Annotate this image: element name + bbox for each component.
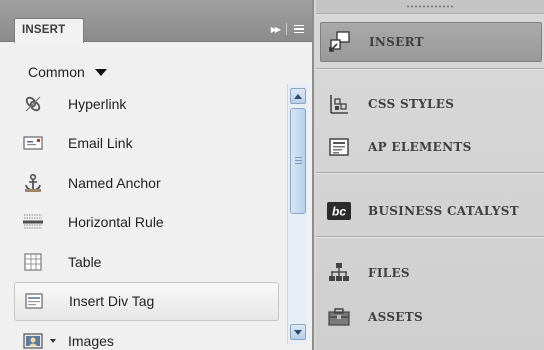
- dock-item-label: ASSETS: [368, 310, 423, 324]
- insert-item-label: Hyperlink: [68, 95, 127, 112]
- insert-item-label: Horizontal Rule: [68, 214, 164, 231]
- dock-item-label: INSERT: [369, 35, 424, 49]
- insert-item-table[interactable]: Table: [0, 242, 284, 282]
- horizontal-rule-icon: [22, 212, 44, 232]
- scroll-thumb[interactable]: [290, 108, 306, 214]
- insert-item-label: Insert Div Tag: [69, 293, 155, 310]
- hyperlink-icon: [22, 94, 44, 114]
- table-icon: [22, 252, 44, 272]
- dock-item-css-styles[interactable]: CSS STYLES: [316, 84, 544, 124]
- collapsed-panel-dock: INSERT CSS STYLES AP ELEMENTS bc BUSINES…: [316, 0, 544, 350]
- insert-item-images[interactable]: Images: [0, 321, 284, 350]
- business-catalyst-icon: bc: [326, 199, 352, 223]
- css-styles-icon: [326, 92, 352, 116]
- insert-panel: INSERT ▶▶ Common Hyperlink Email Link Na…: [0, 0, 314, 350]
- insert-item-div-tag[interactable]: Insert Div Tag: [14, 281, 279, 321]
- category-label: Common: [28, 64, 85, 80]
- insert-item-horizontal-rule[interactable]: Horizontal Rule: [0, 203, 284, 243]
- dock-item-ap-elements[interactable]: AP ELEMENTS: [316, 127, 544, 167]
- dock-item-label: AP ELEMENTS: [368, 140, 472, 154]
- dock-item-label: FILES: [368, 266, 410, 280]
- insert-item-email-link[interactable]: Email Link: [0, 124, 284, 164]
- dock-divider: [316, 172, 544, 174]
- assets-icon: [326, 305, 352, 329]
- insert-item-label: Named Anchor: [68, 174, 161, 191]
- named-anchor-icon: [22, 173, 44, 193]
- svg-text:bc: bc: [332, 205, 346, 219]
- scroll-up-arrow-icon[interactable]: [290, 88, 306, 104]
- email-link-icon: [22, 133, 44, 153]
- insert-item-named-anchor[interactable]: Named Anchor: [0, 163, 284, 203]
- dock-grip-bar[interactable]: [316, 0, 544, 14]
- insert-list-scrollbar[interactable]: [287, 84, 307, 344]
- panel-controls: ▶▶: [271, 22, 304, 36]
- category-dropdown[interactable]: Common: [28, 62, 107, 82]
- dock-item-assets[interactable]: ASSETS: [316, 297, 544, 337]
- insert-item-label: Images: [68, 332, 114, 349]
- insert-panel-icon: [327, 30, 353, 54]
- insert-list: Hyperlink Email Link Named Anchor Horizo…: [0, 84, 284, 350]
- dock-divider: [316, 236, 544, 238]
- div-tag-icon: [23, 291, 45, 311]
- ap-elements-icon: [326, 135, 352, 159]
- divider: [286, 23, 287, 35]
- dock-item-label: CSS STYLES: [368, 97, 455, 111]
- images-icon: [22, 331, 44, 350]
- panel-menu-icon[interactable]: [294, 24, 304, 34]
- dock-item-files[interactable]: FILES: [316, 253, 544, 293]
- grip-icon: [295, 157, 302, 166]
- dock-divider: [316, 68, 544, 70]
- images-dropdown-arrow-icon[interactable]: [50, 338, 56, 343]
- panel-tab-bar: INSERT ▶▶: [0, 0, 312, 43]
- insert-item-label: Table: [68, 253, 102, 270]
- collapse-panel-icon[interactable]: ▶▶: [271, 25, 281, 34]
- dock-item-business-catalyst[interactable]: bc BUSINESS CATALYST: [316, 191, 544, 231]
- tab-insert[interactable]: INSERT: [14, 18, 84, 43]
- scroll-down-arrow-icon[interactable]: [290, 324, 306, 340]
- caret-down-icon: [94, 68, 107, 76]
- dock-item-insert[interactable]: INSERT: [320, 22, 542, 62]
- insert-item-label: Email Link: [68, 135, 133, 152]
- dock-item-label: BUSINESS CATALYST: [368, 204, 519, 218]
- files-icon: [326, 261, 352, 285]
- insert-item-hyperlink[interactable]: Hyperlink: [0, 84, 284, 124]
